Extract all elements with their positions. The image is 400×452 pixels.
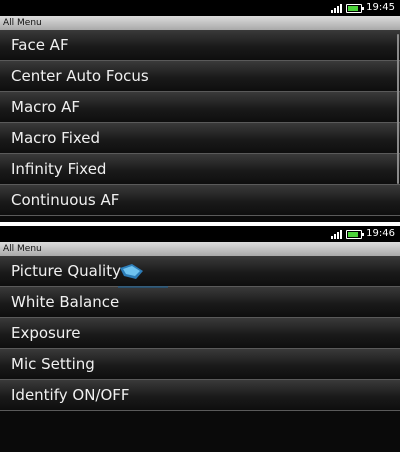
battery-icon [346,3,365,13]
scrollbar[interactable] [397,34,399,184]
menu-title: All Menu [0,242,400,256]
menu-list: Face AF Center Auto Focus Macro AF Macro… [0,30,400,216]
menu-title: All Menu [0,16,400,30]
menu-item-macro-af[interactable]: Macro AF [0,92,400,123]
status-icons: 19:45 [331,0,395,16]
status-bar: 19:45 [0,0,400,16]
status-time: 19:46 [366,228,395,239]
menu-item-identify-on-off[interactable]: Identify ON/OFF [0,380,400,411]
signal-icon [331,229,343,239]
menu-item-face-af[interactable]: Face AF [0,30,400,61]
status-icons: 19:46 [331,226,395,242]
status-time: 19:45 [366,2,395,13]
menu-item-continuous-af[interactable]: Continuous AF [0,185,400,216]
status-bar: 19:46 [0,226,400,242]
battery-icon [346,229,365,239]
screen-1: 19:45 All Menu Face AF Center Auto Focus… [0,0,400,222]
menu-item-infinity-fixed[interactable]: Infinity Fixed [0,154,400,185]
signal-icon [331,3,343,13]
menu-item-center-auto-focus[interactable]: Center Auto Focus [0,61,400,92]
menu-item-white-balance[interactable]: White Balance [0,287,400,318]
menu-item-mic-setting[interactable]: Mic Setting [0,349,400,380]
menu-item-exposure[interactable]: Exposure [0,318,400,349]
menu-item-macro-fixed[interactable]: Macro Fixed [0,123,400,154]
menu-list: Picture Quality White Balance Exposure M… [0,256,400,411]
menu-item-picture-quality[interactable]: Picture Quality [0,256,400,287]
screen-2: 19:46 All Menu Picture Quality White Bal… [0,226,400,452]
